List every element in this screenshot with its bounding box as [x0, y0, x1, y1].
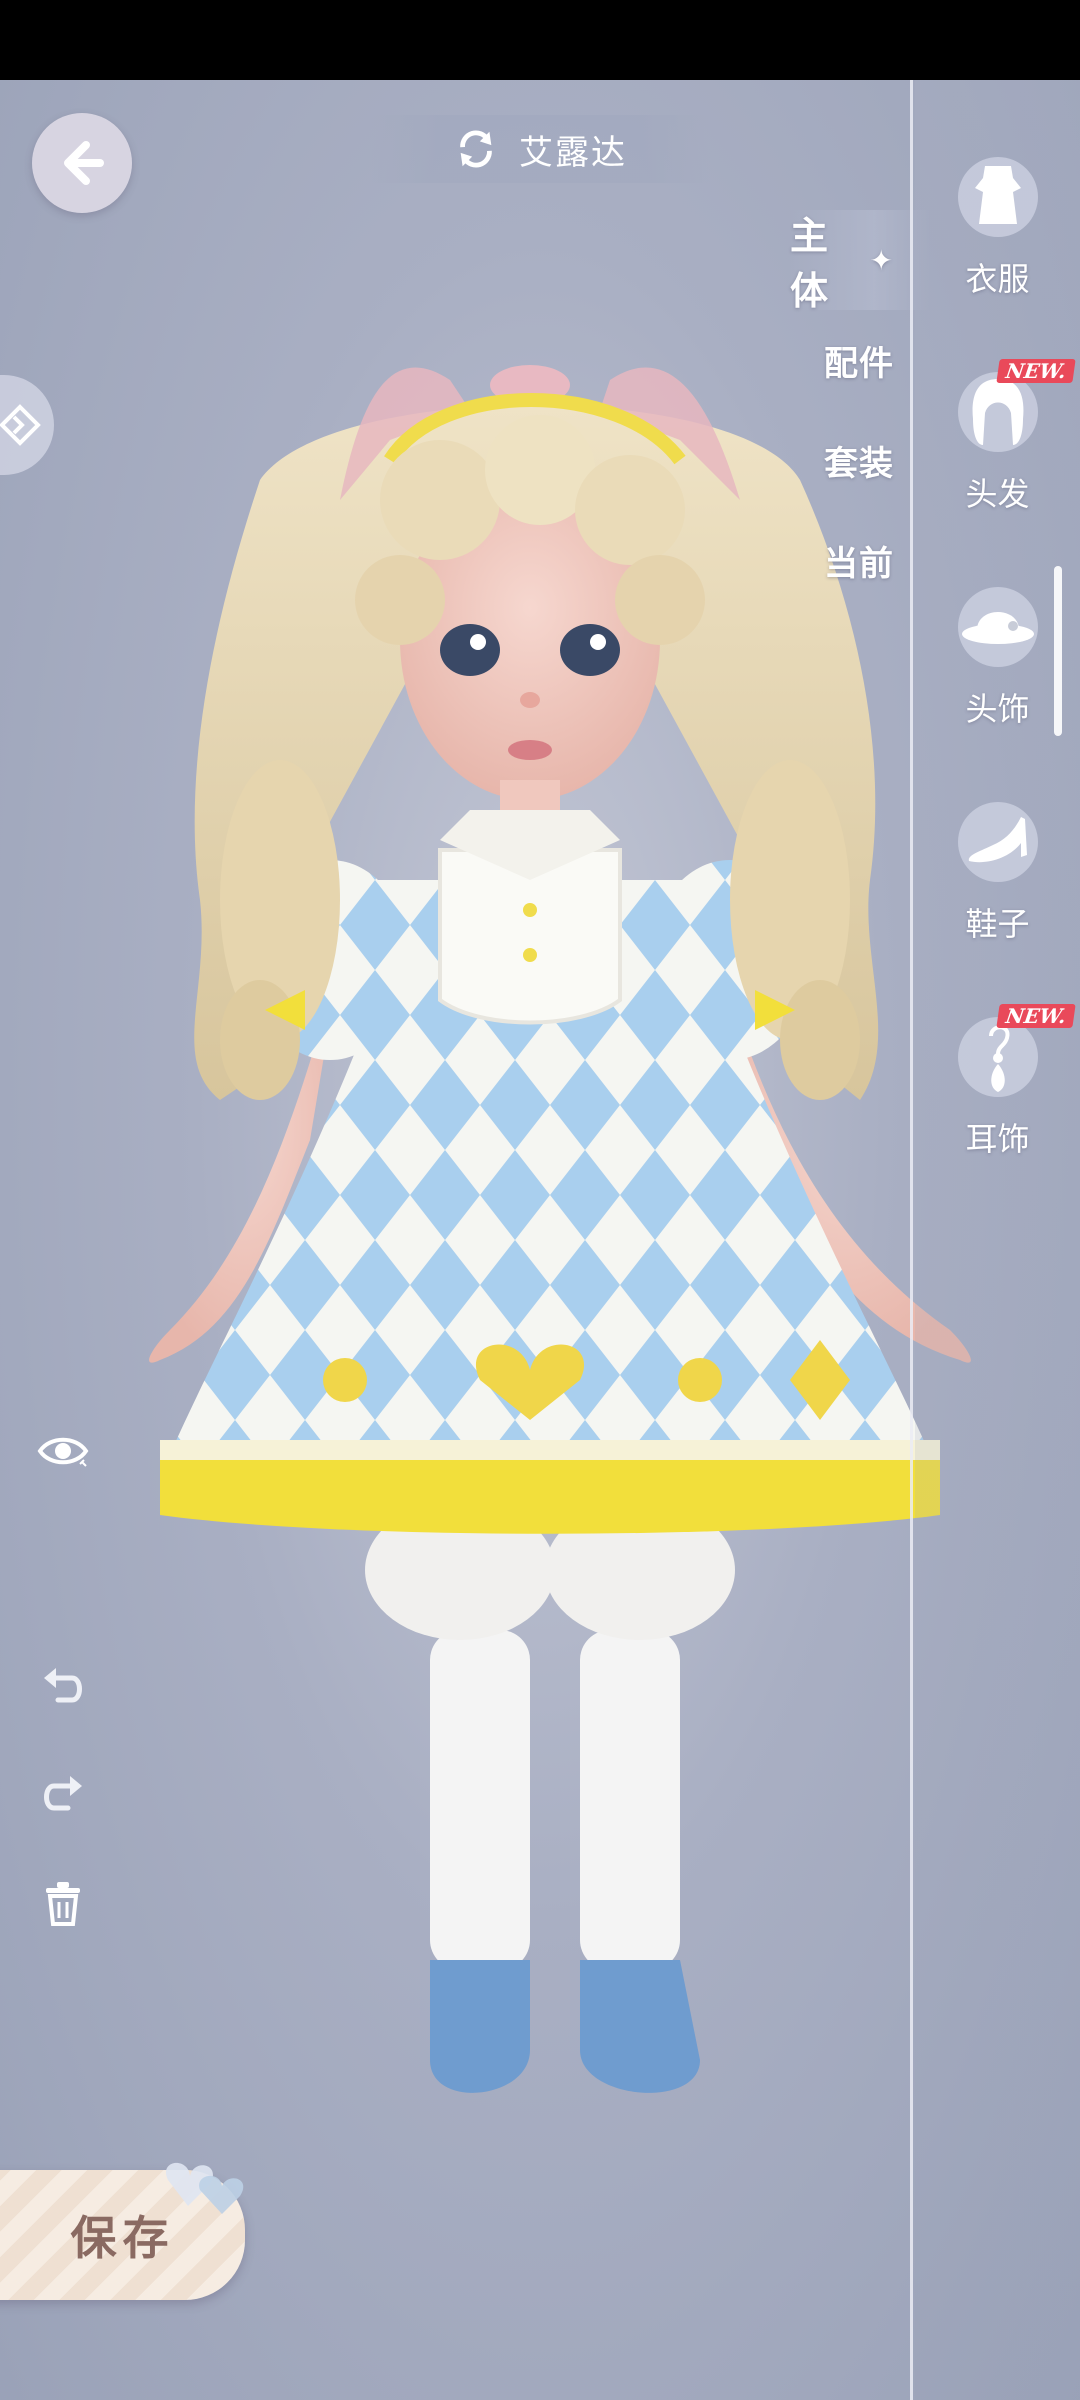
- shoe-right: [580, 1960, 700, 2093]
- delete-button[interactable]: [30, 1870, 96, 1936]
- toggle-visibility-button[interactable]: [30, 1418, 96, 1484]
- hat-icon: [957, 587, 1038, 667]
- redo-icon: [44, 1776, 82, 1811]
- sparkle-icon: ✦: [869, 243, 894, 277]
- tab-current[interactable]: 当前: [790, 510, 930, 610]
- status-bar: [0, 0, 1080, 80]
- tab-sets[interactable]: 套装: [790, 410, 930, 510]
- slot-earrings[interactable]: NEW. 耳饰: [915, 1004, 1080, 1210]
- slot-panel[interactable]: 衣服 NEW. 头发 头饰 鞋子 NEW. 耳饰: [915, 80, 1080, 2400]
- category-tabs: 主体 ✦ 配件 套装 当前: [790, 210, 930, 610]
- panel-divider: [910, 80, 913, 2400]
- shoe-left: [430, 1960, 530, 2093]
- slot-scrollbar[interactable]: [1054, 566, 1062, 736]
- dress-icon: [957, 157, 1038, 237]
- dressup-screen: 艾露达 主体 ✦ 配件 套装 当前 衣服 NEW. 头发 头饰 鞋子 NEW. …: [0, 0, 1080, 2400]
- tab-accessories[interactable]: 配件: [790, 310, 930, 410]
- back-arrow-icon: [64, 141, 104, 185]
- character-switch[interactable]: 艾露达: [370, 115, 710, 183]
- trash-icon: [46, 1882, 80, 1926]
- dress-hem: [160, 1460, 940, 1534]
- slot-clothes[interactable]: 衣服: [915, 150, 1080, 350]
- back-button[interactable]: [32, 113, 132, 213]
- diamond-icon: [0, 404, 41, 446]
- new-badge: NEW.: [996, 359, 1076, 383]
- heart-deco-icon: [165, 2162, 244, 2214]
- eye-icon: [37, 1437, 89, 1467]
- shoe-icon: [957, 802, 1038, 882]
- sock-left: [430, 1630, 530, 1970]
- swap-icon: [460, 130, 492, 168]
- redo-button[interactable]: [30, 1760, 96, 1826]
- undo-icon: [44, 1668, 82, 1703]
- slot-shoes[interactable]: 鞋子: [915, 795, 1080, 995]
- side-expand-button[interactable]: [0, 375, 54, 475]
- tab-main[interactable]: 主体 ✦: [790, 210, 930, 313]
- undo-button[interactable]: [30, 1652, 96, 1718]
- character-name: 艾露达: [519, 132, 627, 173]
- sock-right: [580, 1630, 680, 1970]
- new-badge: NEW.: [996, 1004, 1076, 1028]
- slot-hair[interactable]: NEW. 头发: [915, 359, 1080, 565]
